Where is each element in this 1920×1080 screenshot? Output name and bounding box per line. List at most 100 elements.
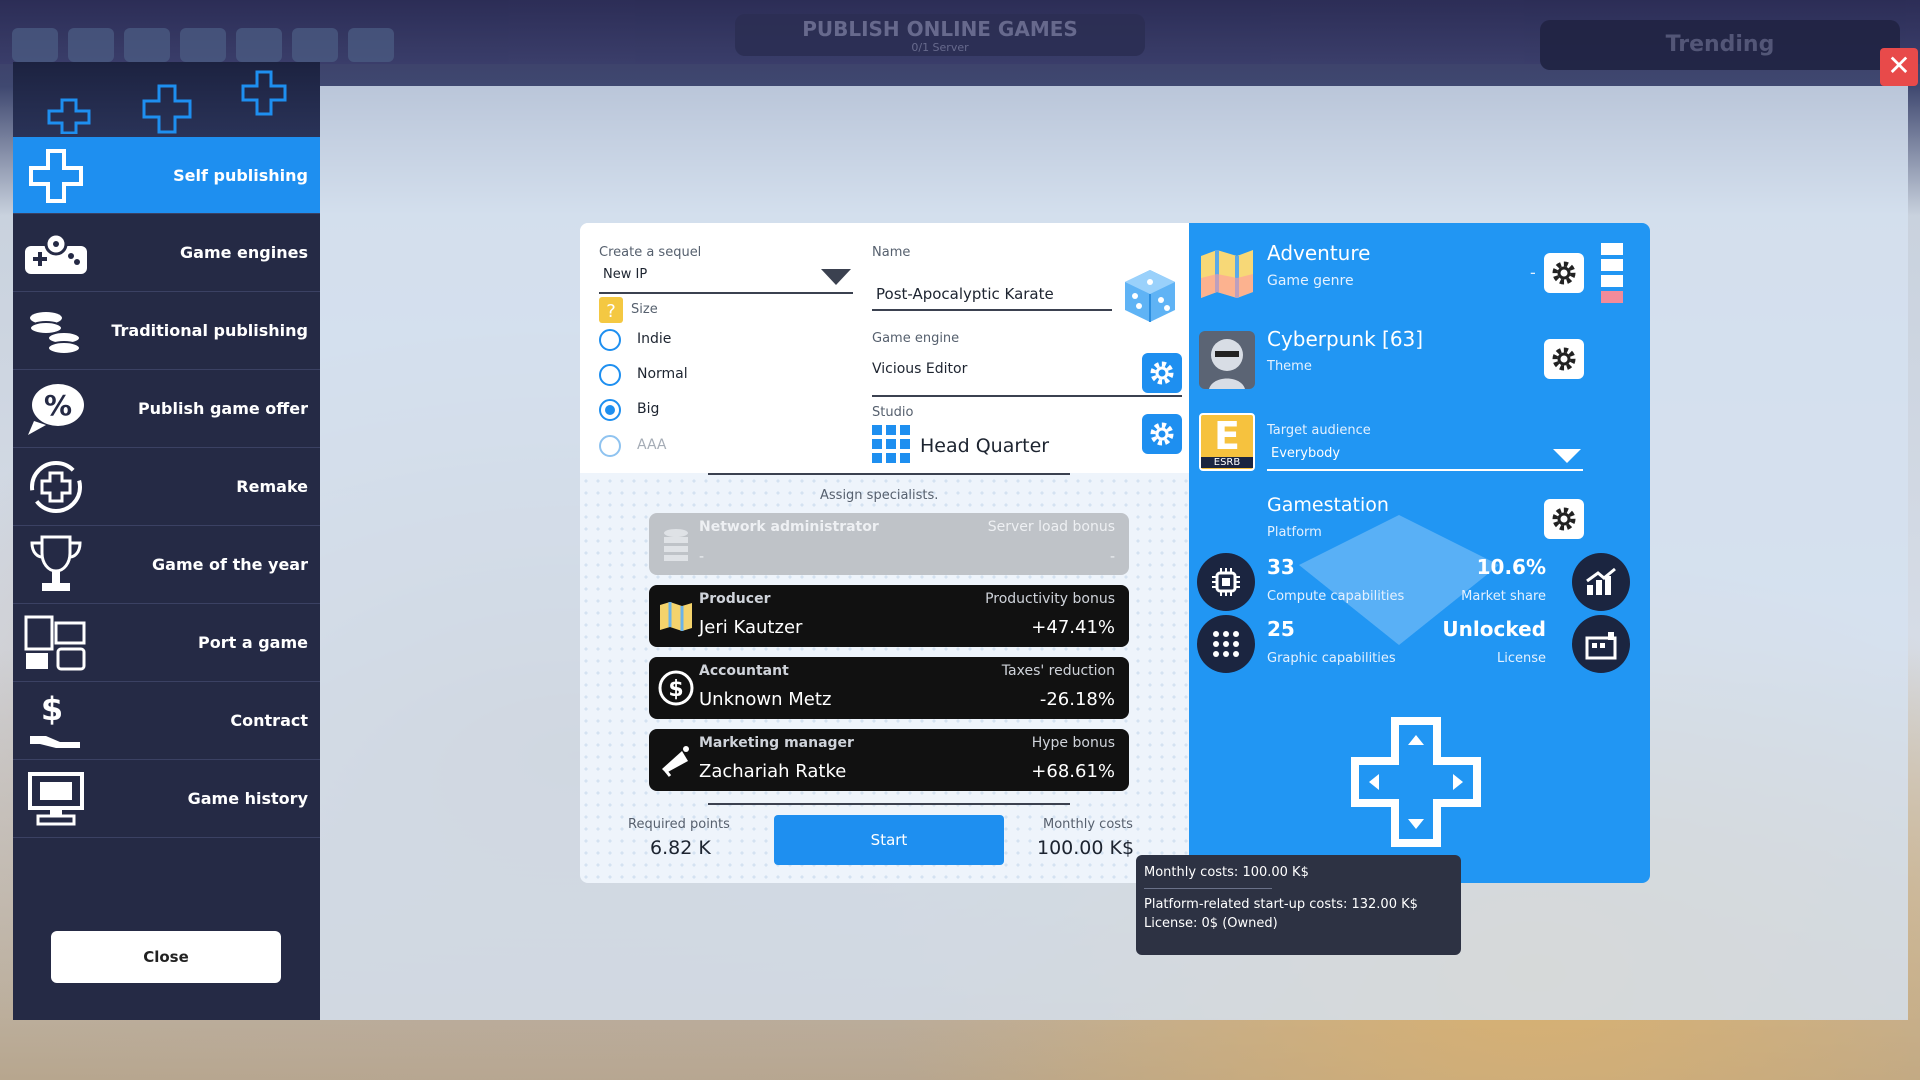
dpad-plus-icon bbox=[47, 98, 91, 134]
monthly-costs-label: Monthly costs bbox=[1043, 817, 1133, 832]
required-points-label: Required points bbox=[628, 817, 730, 832]
start-button[interactable]: Start bbox=[774, 815, 1004, 865]
coins-stack-icon bbox=[23, 301, 89, 361]
specialist-role: Network administrator bbox=[699, 519, 879, 535]
tooltip-line: Platform-related start-up costs: 132.00 … bbox=[1144, 897, 1418, 912]
robot-head-icon bbox=[1199, 331, 1255, 389]
gear-icon bbox=[1150, 422, 1174, 446]
gear-icon bbox=[1552, 261, 1576, 285]
sidebar: Self publishing Game engines Traditional… bbox=[13, 62, 320, 1020]
sidebar-item-self-publishing[interactable]: Self publishing bbox=[13, 137, 320, 214]
engine-settings-button[interactable] bbox=[1142, 353, 1182, 393]
compute-value: 33 bbox=[1267, 555, 1295, 579]
rating-text: ESRB bbox=[1201, 457, 1253, 468]
self-publishing-panel: Create a sequel New IP ? Size Indie Norm… bbox=[580, 223, 1650, 883]
specialist-name: - bbox=[699, 549, 705, 565]
sidebar-header bbox=[13, 62, 320, 137]
svg-text:%: % bbox=[44, 389, 72, 422]
building-grid-icon bbox=[872, 425, 910, 463]
engine-underline bbox=[872, 395, 1182, 397]
sidebar-item-label: Game history bbox=[187, 789, 308, 808]
cpu-chip-icon bbox=[1197, 553, 1255, 611]
dice-icon[interactable] bbox=[1123, 268, 1177, 324]
sidebar-item-label: Contract bbox=[230, 711, 308, 730]
sidebar-item-traditional-publishing[interactable]: Traditional publishing bbox=[13, 292, 320, 370]
sidebar-item-label: Traditional publishing bbox=[111, 321, 308, 340]
top-icon bbox=[124, 28, 170, 62]
online-games-title-text: PUBLISH ONLINE GAMES bbox=[802, 17, 1078, 41]
dpad-plus-icon bbox=[1351, 717, 1481, 847]
close-button[interactable]: Close bbox=[51, 931, 281, 983]
gear-icon bbox=[1150, 361, 1174, 385]
close-window-icon[interactable]: ✕ bbox=[1880, 48, 1918, 86]
megaphone-icon bbox=[657, 741, 695, 779]
sidebar-item-remake[interactable]: Remake bbox=[13, 448, 320, 526]
studio-label: Studio bbox=[872, 405, 914, 420]
sidebar-item-game-engines[interactable]: Game engines bbox=[13, 214, 320, 292]
specialist-marketing-manager[interactable]: Marketing manager Hype bonus Zachariah R… bbox=[649, 729, 1129, 791]
sidebar-item-label: Publish game offer bbox=[137, 399, 308, 418]
divider bbox=[708, 803, 1070, 805]
trophy-icon bbox=[23, 535, 89, 595]
project-form: Create a sequel New IP ? Size Indie Norm… bbox=[580, 223, 1189, 883]
specialist-name: Zachariah Ratke bbox=[699, 761, 847, 782]
license-value: Unlocked bbox=[1442, 617, 1546, 641]
monthly-costs-value[interactable]: 100.00 K$ bbox=[1037, 837, 1134, 859]
market-share-value: 10.6% bbox=[1476, 555, 1546, 579]
devices-icon bbox=[23, 613, 89, 673]
top-icon bbox=[12, 28, 58, 62]
genre-dash: - bbox=[1530, 263, 1536, 282]
sidebar-item-label: Port a game bbox=[198, 633, 308, 652]
theme-settings-button[interactable] bbox=[1544, 339, 1584, 379]
growth-chart-icon bbox=[1572, 553, 1630, 611]
studio-settings-button[interactable] bbox=[1142, 414, 1182, 454]
percent-bubble-icon: % bbox=[23, 379, 89, 439]
bulb-icon: ? bbox=[599, 297, 623, 323]
size-radio-big[interactable] bbox=[599, 399, 621, 421]
online-games-title: PUBLISH ONLINE GAMES 0/1 Server bbox=[735, 14, 1145, 56]
specialist-network-admin[interactable]: Network administrator Server load bonus … bbox=[649, 513, 1129, 575]
specialist-bonus: +68.61% bbox=[1031, 761, 1115, 782]
monthly-costs-tooltip: Monthly costs: 100.00 K$ Platform-relate… bbox=[1136, 855, 1461, 955]
specialist-name: Unknown Metz bbox=[699, 689, 832, 710]
audience-label: Target audience bbox=[1267, 423, 1371, 438]
sidebar-item-label: Self publishing bbox=[173, 165, 308, 185]
svg-text:$: $ bbox=[668, 677, 683, 702]
graphics-grid-icon bbox=[1197, 615, 1255, 673]
sequel-value: New IP bbox=[603, 267, 648, 282]
svg-text:$: $ bbox=[41, 690, 63, 728]
rating-letter: E bbox=[1214, 414, 1240, 458]
sidebar-item-game-history[interactable]: Game history bbox=[13, 760, 320, 838]
size-label-aaa: AAA bbox=[637, 437, 667, 453]
specialist-bonus: -26.18% bbox=[1039, 689, 1115, 710]
gear-icon bbox=[1552, 507, 1576, 531]
sidebar-item-port-a-game[interactable]: Port a game bbox=[13, 604, 320, 682]
sidebar-item-publish-game-offer[interactable]: % Publish game offer bbox=[13, 370, 320, 448]
size-radio-indie[interactable] bbox=[599, 329, 621, 351]
recycle-plus-icon bbox=[23, 457, 89, 517]
specialist-bonus-label: Hype bonus bbox=[1031, 735, 1115, 751]
size-radio-aaa bbox=[599, 435, 621, 457]
specialist-role: Accountant bbox=[699, 663, 789, 679]
sidebar-item-game-of-the-year[interactable]: Game of the year bbox=[13, 526, 320, 604]
specialist-name: Jeri Kautzer bbox=[699, 617, 803, 638]
top-icon bbox=[180, 28, 226, 62]
platform-settings-button[interactable] bbox=[1544, 499, 1584, 539]
audience-dropdown[interactable]: Everybody bbox=[1267, 443, 1583, 471]
engine-label: Game engine bbox=[872, 331, 960, 346]
specialist-producer[interactable]: Producer Productivity bonus Jeri Kautzer… bbox=[649, 585, 1129, 647]
dollar-coin-icon: $ bbox=[657, 669, 695, 707]
sidebar-item-contract[interactable]: $ Contract bbox=[13, 682, 320, 760]
size-label: Size bbox=[631, 302, 658, 317]
specialist-accountant[interactable]: $ Accountant Taxes' reduction Unknown Me… bbox=[649, 657, 1129, 719]
specialist-bonus: - bbox=[1109, 549, 1115, 565]
monitor-history-icon bbox=[23, 769, 89, 829]
size-label-big: Big bbox=[637, 401, 660, 417]
size-radio-normal[interactable] bbox=[599, 364, 621, 386]
name-input[interactable]: Post-Apocalyptic Karate bbox=[876, 285, 1054, 303]
sidebar-item-label: Game engines bbox=[180, 243, 308, 262]
online-games-subtitle: 0/1 Server bbox=[911, 41, 969, 54]
assign-specialists-label: Assign specialists. bbox=[820, 488, 939, 503]
genre-settings-button[interactable] bbox=[1544, 253, 1584, 293]
sequel-dropdown[interactable]: New IP bbox=[599, 263, 853, 293]
